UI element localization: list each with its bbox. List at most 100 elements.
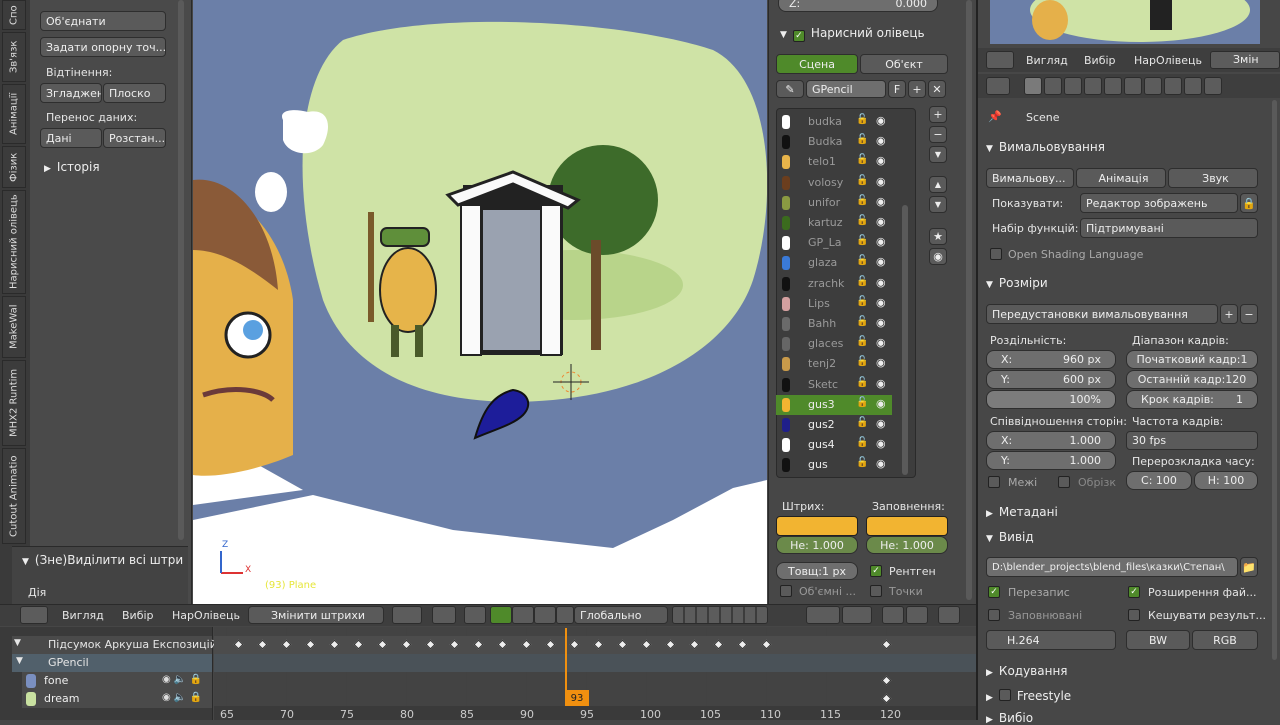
- layer-color-swatch[interactable]: [782, 155, 790, 170]
- layer-row-glaces[interactable]: glaces 🔓 ◉: [776, 334, 892, 354]
- browse-output-button[interactable]: 📁: [1240, 557, 1258, 577]
- gpencil-panel-scrollbar[interactable]: [966, 0, 972, 600]
- properties-scrollbar[interactable]: [1272, 100, 1277, 660]
- eye-icon[interactable]: ◉: [876, 114, 886, 127]
- channel-toggle-icons[interactable]: ◉ 🔈 🔒: [162, 692, 202, 703]
- summary-expand-arrow[interactable]: ▼: [14, 638, 21, 648]
- border-checkbox[interactable]: [988, 476, 1000, 488]
- dopesheet-menu-view[interactable]: Вигляд: [62, 609, 104, 622]
- layer-visibility-button[interactable]: ◉: [929, 248, 947, 265]
- tab-scene[interactable]: Сцена: [776, 54, 858, 74]
- resolution-percent-field[interactable]: 100%: [986, 390, 1116, 409]
- menu-view[interactable]: Вигляд: [1026, 54, 1068, 67]
- layer-list-scrollbar[interactable]: [902, 205, 908, 475]
- start-frame-field[interactable]: Початковий кадр:1: [1126, 350, 1258, 369]
- context-tab-6[interactable]: [1144, 77, 1162, 95]
- freestyle-checkbox[interactable]: [998, 689, 1011, 701]
- tab-relations[interactable]: Зв'язк: [2, 32, 26, 82]
- tab-animation[interactable]: Анімації: [2, 84, 26, 144]
- onion-skin-button[interactable]: [882, 606, 904, 624]
- lock-icon[interactable]: 🔓: [856, 276, 868, 287]
- tab-object[interactable]: Об'єкт: [860, 54, 948, 74]
- edit-strokes-button[interactable]: Змін: [1210, 51, 1280, 69]
- isolate-layer-button[interactable]: ★: [929, 228, 947, 245]
- channel-row-fone[interactable]: fone ◉ 🔈 🔒: [22, 672, 212, 690]
- eye-icon[interactable]: ◉: [876, 175, 886, 188]
- layer-row-gus3[interactable]: gus3 🔓 ◉: [776, 394, 892, 415]
- lock-icon[interactable]: 🔓: [856, 377, 868, 388]
- eye-icon[interactable]: ◉: [876, 154, 886, 167]
- gpencil-expand-arrow[interactable]: ▼: [16, 656, 23, 666]
- context-tab-7[interactable]: [1164, 77, 1182, 95]
- gpencil-data-name[interactable]: GPencil: [806, 80, 886, 98]
- stroke-opacity-field[interactable]: Не: 1.000: [776, 536, 858, 554]
- layer-row-gus[interactable]: gus 🔓 ◉: [776, 455, 892, 475]
- transform-orientation-dropdown[interactable]: Глобально: [574, 606, 668, 624]
- remap-new-field[interactable]: Н: 100: [1194, 471, 1258, 490]
- context-tab-8[interactable]: [1184, 77, 1202, 95]
- xray-checkbox[interactable]: ✓: [870, 565, 882, 577]
- z-field[interactable]: Z: 0.000: [778, 0, 938, 12]
- translate-manipulator[interactable]: [490, 606, 512, 624]
- layer-buttons[interactable]: [672, 606, 768, 624]
- frame-step-field[interactable]: Крок кадрів: 1: [1126, 390, 1258, 409]
- channel-gpencil-row[interactable]: [12, 654, 212, 672]
- cache-result-checkbox[interactable]: [1128, 609, 1140, 621]
- eye-icon[interactable]: ◉: [876, 397, 886, 410]
- feature-set-dropdown[interactable]: Підтримувані: [1080, 218, 1258, 238]
- join-button[interactable]: Об'єднати: [40, 11, 166, 31]
- set-origin-button[interactable]: Задати опорну точ...: [40, 37, 166, 57]
- current-frame-badge[interactable]: 93: [565, 690, 589, 706]
- fill-color-swatch[interactable]: [866, 516, 948, 536]
- context-tab-2[interactable]: [1064, 77, 1082, 95]
- osl-checkbox[interactable]: [990, 248, 1002, 260]
- context-tab-3[interactable]: [1084, 77, 1102, 95]
- render-animation-header-button[interactable]: [938, 606, 960, 624]
- render-still-button[interactable]: [906, 606, 928, 624]
- fill-opacity-field[interactable]: Не: 1.000: [866, 536, 948, 554]
- file-format-dropdown[interactable]: H.264: [986, 630, 1116, 650]
- aspect-y-field[interactable]: Y: 1.000: [986, 451, 1116, 470]
- layer-row-zrachk[interactable]: zrachk 🔓 ◉: [776, 274, 892, 294]
- dopesheet-menu-select[interactable]: Вибір: [122, 609, 154, 622]
- thickness-field[interactable]: Товщ:1 px: [776, 562, 858, 580]
- tab-makewalk[interactable]: MakeWal: [2, 296, 26, 358]
- lock-icon[interactable]: 🔓: [856, 316, 868, 327]
- eye-icon[interactable]: ◉: [876, 215, 886, 228]
- layer-color-swatch[interactable]: [782, 216, 790, 230]
- layer-color-swatch[interactable]: [782, 397, 790, 412]
- eye-icon[interactable]: ◉: [876, 377, 886, 390]
- volumetric-checkbox[interactable]: [780, 585, 792, 597]
- layer-color-swatch[interactable]: [782, 458, 790, 473]
- layer-row-Budka[interactable]: Budka 🔓 ◉: [776, 132, 892, 152]
- lock-icon[interactable]: 🔓: [856, 215, 868, 226]
- move-layer-down-button[interactable]: ▼: [929, 196, 947, 213]
- layer-color-swatch[interactable]: [782, 195, 790, 210]
- layer-row-budka[interactable]: budka 🔓 ◉: [776, 112, 892, 132]
- eye-icon[interactable]: ◉: [876, 235, 886, 248]
- layer-color-swatch[interactable]: [782, 357, 790, 372]
- flat-button[interactable]: Плоско: [103, 83, 166, 103]
- shelf-scrollbar[interactable]: [178, 0, 184, 540]
- transform-orientation-icon[interactable]: [556, 606, 574, 624]
- layer-row-Bahh[interactable]: Bahh 🔓 ◉: [776, 314, 892, 334]
- crop-checkbox[interactable]: [1058, 476, 1070, 488]
- eye-icon[interactable]: ◉: [876, 356, 886, 369]
- resolution-x-field[interactable]: X: 960 px: [986, 350, 1116, 369]
- pivot-button[interactable]: [432, 606, 456, 624]
- fake-user-button[interactable]: F: [888, 80, 906, 98]
- layer-color-swatch[interactable]: [782, 438, 790, 453]
- channel-color-swatch[interactable]: [26, 674, 36, 688]
- lock-icon[interactable]: 🔓: [856, 336, 868, 347]
- layer-color-swatch[interactable]: [782, 236, 790, 251]
- lock-icon[interactable]: 🔓: [856, 417, 868, 428]
- placeholders-checkbox[interactable]: [988, 609, 1000, 621]
- lock-icon[interactable]: 🔓: [856, 235, 868, 246]
- layer-row-kartuz[interactable]: kartuz 🔓 ◉: [776, 213, 892, 233]
- layer-color-swatch[interactable]: [782, 296, 790, 311]
- layer-row-unifor[interactable]: unifor 🔓 ◉: [776, 193, 892, 213]
- context-tab-5[interactable]: [1124, 77, 1142, 95]
- eye-icon[interactable]: ◉: [876, 417, 886, 430]
- eye-icon[interactable]: ◉: [876, 316, 886, 329]
- output-section-header[interactable]: ▼ Вивід: [986, 530, 1034, 544]
